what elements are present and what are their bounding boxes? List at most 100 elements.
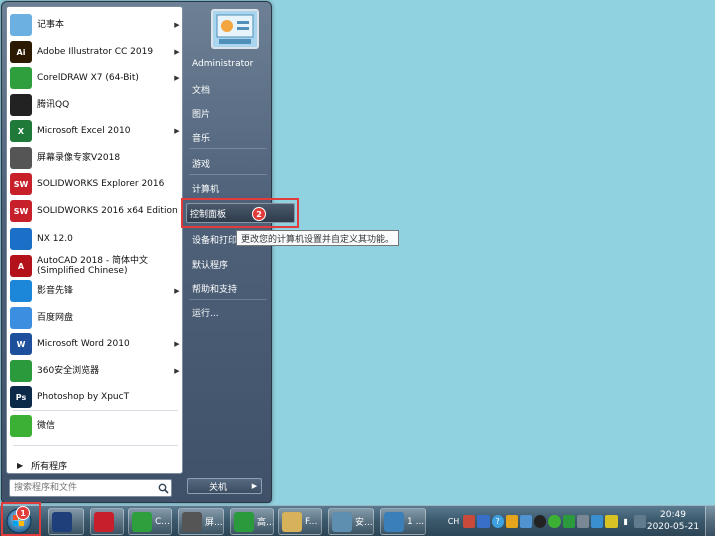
taskbar-button[interactable] [48, 508, 84, 535]
program-item[interactable]: X Microsoft Excel 2010 ▶ [7, 118, 182, 144]
browser-360-taskbar-icon [234, 511, 254, 532]
clock-time: 20:49 [660, 510, 686, 520]
image-viewer-icon [384, 511, 404, 532]
taskbar-button-label: 高... [257, 518, 274, 528]
start-menu: 记事本 ▶ Ai Adobe Illustrator CC 2019 ▶ CorelDRA… [1, 1, 272, 503]
menu-games[interactable]: 游戏 [189, 154, 299, 172]
coreldraw-taskbar-icon [132, 511, 152, 532]
arrow-right-icon: ▶ [251, 482, 258, 490]
menu-help-support[interactable]: 帮助和支持 [189, 279, 299, 297]
submenu-arrow-icon: ▶ [174, 21, 180, 29]
system-tray: CH ? ▮ [446, 509, 647, 533]
menu-computer[interactable]: 计算机 [189, 179, 299, 197]
user-picture[interactable] [211, 9, 259, 49]
program-label: AutoCAD 2018 - 简体中文 (Simplified Chinese) [37, 256, 149, 276]
program-item[interactable]: SW SOLIDWORKS 2016 x64 Edition [7, 198, 182, 224]
taskbar: C... 屏... 高... F... 安... 1 ... CH ? ▮ 20:49 2… [0, 505, 715, 536]
taskbar-button[interactable]: 高... [230, 508, 274, 535]
all-programs-button[interactable]: ▶ 所有程序 [7, 455, 182, 475]
program-item[interactable]: 影音先锋 ▶ [7, 278, 182, 304]
photoshop-icon: Ps [10, 386, 32, 408]
program-label: CorelDRAW X7 (64-Bit) [37, 73, 139, 83]
program-label: 腾讯QQ [37, 100, 70, 110]
program-item[interactable]: 屏幕录像专家V2018 [7, 145, 182, 171]
autocad-icon: A [10, 255, 32, 277]
program-item[interactable]: Ps Photoshop by XpucT [7, 384, 182, 410]
search-icon[interactable] [155, 480, 171, 496]
clock-date: 2020-05-21 [646, 522, 700, 532]
taskbar-button-label: 安... [355, 518, 373, 528]
browser-360-icon [10, 360, 32, 382]
program-item[interactable]: 360安全浏览器 ▶ [7, 358, 182, 384]
qq-tray-icon[interactable] [534, 514, 547, 528]
program-item[interactable]: SW SOLIDWORKS Explorer 2016 [7, 171, 182, 197]
program-label: NX 12.0 [37, 234, 73, 244]
ime-indicator[interactable]: CH [446, 515, 461, 528]
security-shield-icon[interactable] [562, 514, 575, 528]
screen-recorder-icon [10, 147, 32, 169]
taskbar-button[interactable]: 屏... [178, 508, 224, 535]
program-item[interactable]: NX 12.0 [7, 226, 182, 252]
help-icon[interactable]: ? [491, 514, 504, 528]
search-box[interactable] [9, 479, 172, 497]
divider [189, 174, 267, 175]
shutdown-button[interactable]: 关机 [187, 478, 249, 494]
menu-music[interactable]: 音乐 [189, 128, 299, 146]
user-name[interactable]: Administrator [189, 55, 299, 73]
solidworks-explorer-icon: SW [10, 173, 32, 195]
language-bar-icon[interactable] [477, 514, 490, 528]
notepad-icon [10, 14, 32, 36]
system-clock[interactable]: 20:49 2020-05-21 [645, 508, 701, 534]
program-label: 屏幕录像专家V2018 [37, 153, 121, 163]
program-label: 微信 [37, 421, 56, 431]
taskbar-button[interactable]: 1 ... [380, 508, 426, 535]
submenu-arrow-icon: ▶ [174, 367, 180, 375]
taskbar-button[interactable] [90, 508, 124, 535]
network-status-icon[interactable] [519, 514, 533, 528]
nx-icon [10, 228, 32, 250]
programs-pane: 记事本 ▶ Ai Adobe Illustrator CC 2019 ▶ CorelDRA… [6, 6, 183, 474]
program-item[interactable]: A AutoCAD 2018 - 简体中文 (Simplified Chinese… [7, 253, 182, 279]
speaker-icon[interactable] [576, 514, 590, 528]
program-label: Microsoft Excel 2010 [37, 126, 131, 136]
divider [13, 410, 178, 411]
qq-icon [10, 94, 32, 116]
taskbar-button-label: C... [155, 516, 170, 527]
folder-icon [282, 511, 302, 532]
program-item[interactable]: 微信 [7, 413, 182, 439]
program-item[interactable]: 百度网盘 [7, 305, 182, 331]
program-item[interactable]: 腾讯QQ [7, 92, 182, 118]
all-programs-label: 所有程序 [31, 461, 68, 472]
signal-bars-icon[interactable]: ▮ [620, 515, 632, 528]
shutdown-options-button[interactable]: ▶ [248, 478, 262, 494]
taskbar-button[interactable]: C... [128, 508, 172, 535]
menu-pictures[interactable]: 图片 [189, 104, 299, 122]
taskbar-button[interactable]: 安... [328, 508, 374, 535]
program-label: Photoshop by XpucT [37, 392, 130, 402]
install-icon [332, 511, 352, 532]
program-item[interactable]: 记事本 ▶ [7, 12, 182, 38]
program-item[interactable]: CorelDRAW X7 (64-Bit) ▶ [7, 65, 182, 91]
tools-icon[interactable] [505, 514, 518, 528]
360-tray-icon[interactable] [591, 514, 604, 528]
wechat-tray-icon[interactable] [548, 514, 561, 528]
program-item[interactable]: Ai Adobe Illustrator CC 2019 ▶ [7, 39, 182, 65]
menu-run[interactable]: 运行... [189, 303, 299, 321]
input-method-icon[interactable] [463, 514, 476, 528]
menu-documents[interactable]: 文档 [189, 80, 299, 98]
submenu-arrow-icon: ▶ [174, 127, 180, 135]
taskbar-button[interactable]: F... [278, 508, 322, 535]
divider [13, 445, 178, 446]
screen-recorder-taskbar-icon [182, 511, 202, 532]
program-label: 360安全浏览器 [37, 366, 100, 376]
menu-default-programs[interactable]: 默认程序 [189, 255, 299, 273]
program-label: SOLIDWORKS Explorer 2016 [37, 179, 165, 189]
submenu-arrow-icon: ▶ [174, 340, 180, 348]
program-item[interactable]: W Microsoft Word 2010 ▶ [7, 331, 182, 357]
word-icon: W [10, 333, 32, 355]
program-label: 百度网盘 [37, 313, 74, 323]
search-input[interactable] [10, 481, 155, 495]
step-badge-2: 2 [252, 207, 266, 221]
flag-icon[interactable] [605, 514, 618, 528]
show-desktop-button[interactable] [705, 506, 715, 536]
